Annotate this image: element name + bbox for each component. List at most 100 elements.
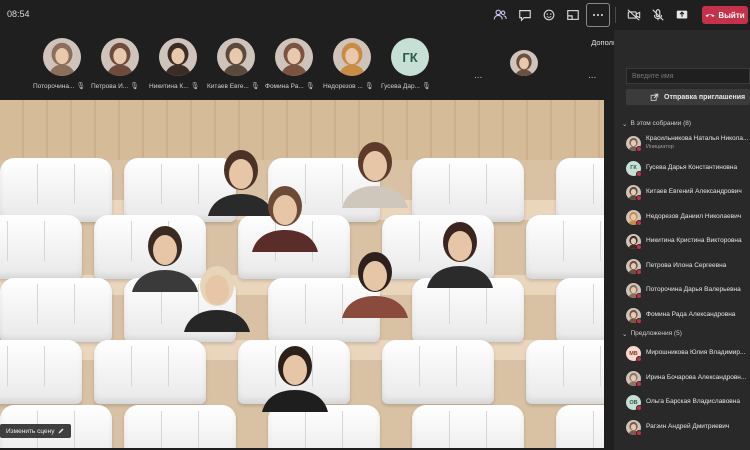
participant-list-name: Красильникова Наталья Никола... bbox=[646, 135, 749, 142]
change-scene-button[interactable]: Изменить сцену bbox=[0, 424, 72, 438]
participant-thumbnail[interactable]: Китаев Евге... 🎙 bbox=[207, 38, 265, 98]
avatar bbox=[275, 38, 313, 76]
participant-thumbnail[interactable]: Недорезов ... 🎙 bbox=[323, 38, 381, 98]
mic-muted-icon: 🎙 bbox=[76, 83, 86, 90]
mic-button[interactable] bbox=[648, 5, 668, 25]
participant-list-name: Рагзин Андрей Дмитриевич bbox=[646, 422, 730, 430]
participant-list-item[interactable]: ОВ Ольга Барская Владиславовна bbox=[626, 393, 750, 413]
participant-thumbnail[interactable]: Петрова И... 🎙 bbox=[91, 38, 149, 98]
status-dot bbox=[636, 146, 642, 152]
participant-name: Китаев Евге... 🎙 bbox=[207, 82, 265, 91]
toolbar-divider bbox=[615, 7, 616, 23]
participant-list-item[interactable]: Недорезов Даниил Николаевич bbox=[626, 208, 750, 228]
together-mode-stage bbox=[0, 100, 604, 448]
participant-list-name: Ирина Бочарова Александровн... bbox=[646, 373, 747, 381]
participant-list-item[interactable]: Рагзин Андрей Дмитриевич bbox=[626, 418, 750, 438]
auditorium-seat bbox=[556, 278, 604, 342]
participant-list-name: Мирошникова Юлия Владимир... bbox=[646, 349, 746, 356]
send-invite-label: Отправка приглашения bbox=[664, 93, 746, 101]
pencil-icon bbox=[58, 428, 64, 434]
participant-name-text: Фомина Ра... bbox=[265, 82, 304, 90]
meeting-clock: 08:54 bbox=[7, 9, 30, 19]
auditorium-seat bbox=[526, 340, 604, 404]
auditorium-seat bbox=[412, 158, 524, 222]
mic-muted-icon: 🎙 bbox=[250, 83, 260, 90]
auditorium-seat bbox=[0, 158, 112, 222]
participant-video[interactable] bbox=[172, 262, 262, 332]
status-dot bbox=[636, 219, 642, 226]
more-actions-button[interactable] bbox=[586, 3, 610, 27]
participant-video[interactable] bbox=[415, 218, 505, 288]
participant-name-text: Гусева Дар... bbox=[381, 82, 420, 90]
status-dot bbox=[636, 429, 642, 436]
avatar bbox=[217, 38, 255, 76]
participant-role: Инициатор bbox=[646, 144, 674, 150]
participant-name: Петрова И... 🎙 bbox=[91, 82, 149, 91]
in-meeting-header[interactable]: ⌄ В этом собрании (8) bbox=[622, 120, 691, 128]
camera-button[interactable] bbox=[624, 5, 644, 25]
status-dot bbox=[636, 170, 642, 177]
participant-thumbnail[interactable]: Никитина К... 🎙 bbox=[149, 38, 207, 98]
avatar-initials: ГК bbox=[391, 38, 429, 76]
phone-hangup-icon bbox=[705, 14, 715, 17]
self-view-avatar[interactable] bbox=[510, 50, 538, 76]
avatar bbox=[159, 38, 197, 76]
auditorium-seat bbox=[412, 405, 524, 448]
breakout-rooms-icon bbox=[567, 10, 579, 20]
participant-list-item[interactable]: Фомина Рада Александровна bbox=[626, 306, 750, 326]
participant-thumbnail[interactable]: Фомина Ра... 🎙 bbox=[265, 38, 323, 98]
participant-thumbnail[interactable]: ГК Гусева Дар... 🎙 bbox=[381, 38, 439, 98]
participant-list-item[interactable]: МВ Мирошникова Юлия Владимир... bbox=[626, 344, 750, 364]
participant-list-item[interactable]: ГК Гусева Дарья Константиновна bbox=[626, 159, 750, 179]
share-screen-icon bbox=[676, 10, 688, 19]
auditorium-seat bbox=[0, 278, 112, 342]
participant-name: Фомина Ра... 🎙 bbox=[265, 82, 323, 91]
participant-name: Поторочина... 🎙 bbox=[33, 82, 91, 91]
reactions-button[interactable] bbox=[539, 5, 559, 25]
more-participants-icon[interactable]: ... bbox=[474, 70, 482, 81]
participant-list-name: Китаев Евгений Александрович bbox=[646, 188, 742, 195]
status-dot bbox=[636, 195, 642, 201]
participant-list-name: Фомина Рада Александровна bbox=[646, 310, 736, 318]
chevron-down-icon: ⌄ bbox=[622, 121, 628, 128]
share-link-icon bbox=[650, 93, 659, 101]
participant-list-item[interactable]: Никитина Кристина Викторовна bbox=[626, 232, 750, 252]
leave-button[interactable]: Выйти bbox=[702, 6, 748, 24]
chevron-down-icon: ⌄ bbox=[622, 331, 628, 338]
participant-list-item[interactable]: Красильникова Наталья Никола... Инициатор bbox=[626, 134, 750, 154]
send-invite-button[interactable]: Отправка приглашения bbox=[626, 89, 750, 105]
chat-button[interactable] bbox=[515, 5, 535, 25]
auditorium-seat bbox=[124, 405, 236, 448]
auditorium-seat bbox=[526, 215, 604, 279]
mic-off-icon bbox=[652, 9, 664, 21]
camera-off-icon bbox=[627, 9, 641, 21]
participant-video[interactable] bbox=[330, 248, 420, 318]
participants-button[interactable] bbox=[490, 5, 510, 25]
participant-list-name: Ольга Барская Владиславовна bbox=[646, 398, 740, 405]
auditorium-seat bbox=[0, 215, 82, 279]
participant-list-item[interactable]: Поторочина Дарья Валерьевна bbox=[626, 281, 750, 301]
participant-list-item[interactable]: Китаев Евгений Александрович bbox=[626, 183, 750, 203]
participant-video[interactable] bbox=[330, 138, 420, 208]
participant-list-item[interactable]: Петрова Илона Сергеевна bbox=[626, 257, 750, 277]
rooms-button[interactable] bbox=[563, 5, 583, 25]
avatar bbox=[101, 38, 139, 76]
participant-list-name: Гусева Дарья Константиновна bbox=[646, 163, 738, 171]
change-scene-label: Изменить сцену bbox=[6, 427, 55, 435]
self-view-more-icon[interactable]: ... bbox=[588, 70, 596, 81]
participant-name-text: Петрова И... bbox=[91, 82, 129, 90]
auditorium-seat bbox=[556, 158, 604, 222]
status-dot bbox=[636, 317, 642, 324]
auditorium-seat bbox=[556, 405, 604, 448]
participant-name: Гусева Дар... 🎙 bbox=[381, 82, 439, 91]
participant-list-item[interactable]: Ирина Бочарова Александровн... bbox=[626, 369, 750, 389]
participant-name-text: Китаев Евге... bbox=[207, 82, 249, 90]
invite-name-input[interactable] bbox=[626, 68, 750, 84]
participant-video[interactable] bbox=[250, 342, 340, 412]
participant-thumbnail[interactable]: Поторочина... 🎙 bbox=[33, 38, 91, 98]
participant-list-name: Недорезов Даниил Николаевич bbox=[646, 212, 742, 220]
participant-video[interactable] bbox=[240, 182, 330, 252]
suggestions-header[interactable]: ⌄ Предложения (5) bbox=[622, 330, 682, 338]
participant-list-name: Поторочина Дарья Валерьевна bbox=[646, 286, 741, 293]
share-button[interactable] bbox=[672, 5, 692, 25]
